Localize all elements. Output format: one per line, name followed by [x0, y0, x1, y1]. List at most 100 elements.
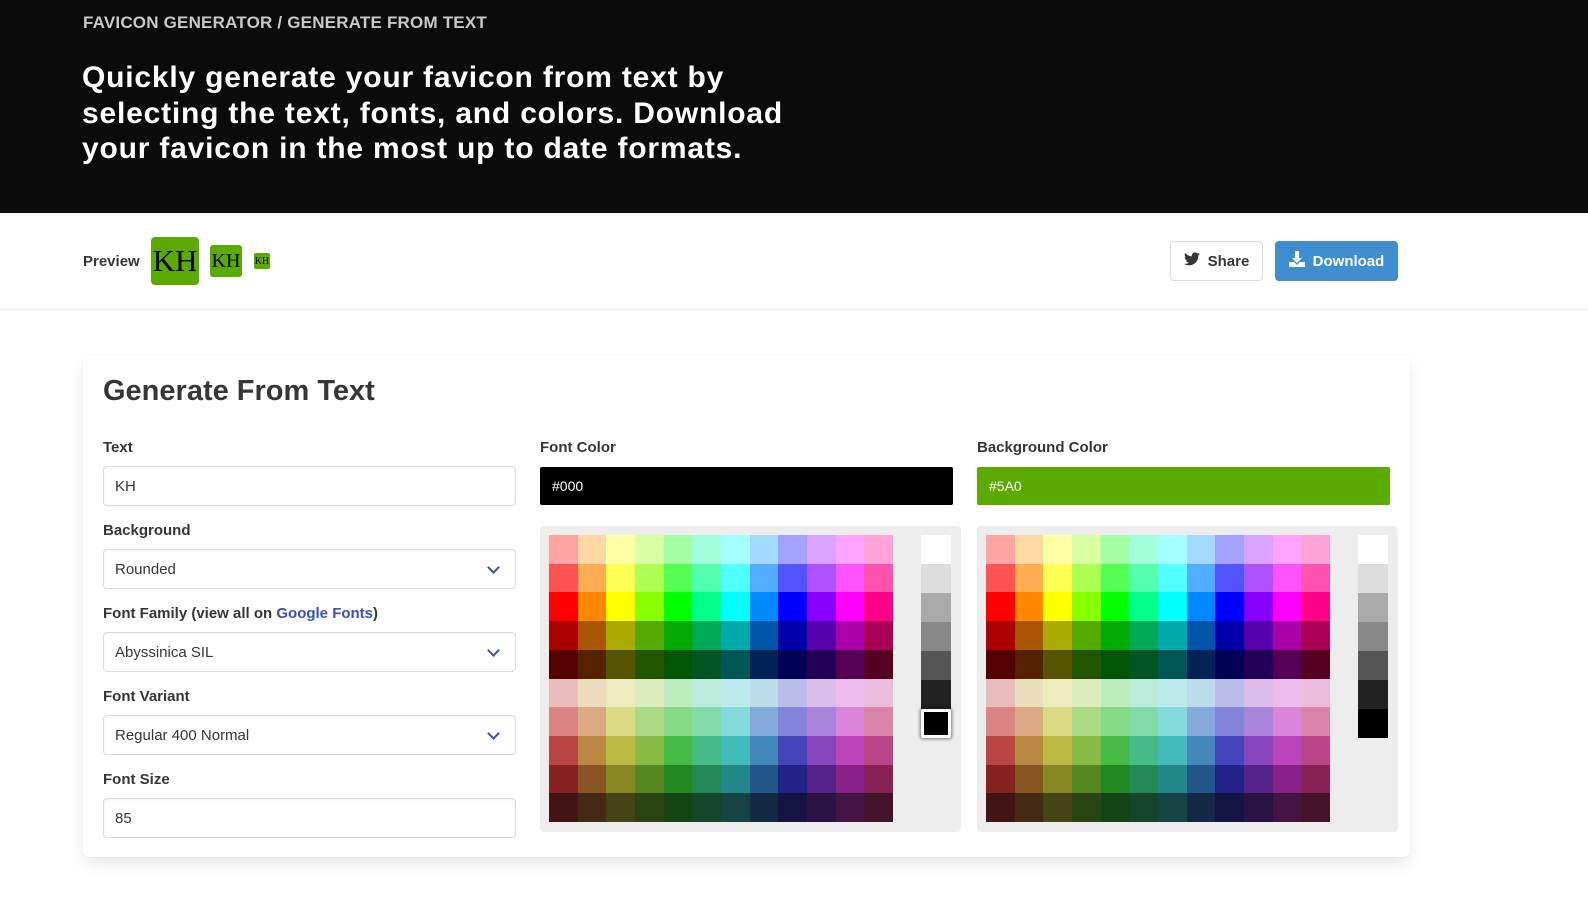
- color-swatch[interactable]: [749, 592, 779, 622]
- gray-swatch[interactable]: [921, 535, 951, 564]
- color-swatch[interactable]: [1157, 707, 1187, 736]
- color-swatch[interactable]: [663, 707, 693, 736]
- font-color-input[interactable]: #000: [540, 467, 953, 505]
- color-swatch[interactable]: [1272, 678, 1302, 708]
- color-swatch[interactable]: [1186, 592, 1216, 622]
- color-swatch[interactable]: [778, 649, 807, 679]
- color-swatch[interactable]: [1129, 592, 1158, 622]
- color-swatch[interactable]: [1186, 678, 1216, 708]
- color-swatch[interactable]: [692, 592, 721, 622]
- color-swatch[interactable]: [1186, 793, 1216, 822]
- color-swatch[interactable]: [663, 621, 693, 650]
- color-swatch[interactable]: [663, 793, 693, 822]
- gray-swatch[interactable]: [921, 622, 951, 651]
- color-swatch[interactable]: [1157, 793, 1187, 822]
- gray-swatch[interactable]: [1358, 709, 1388, 738]
- color-swatch[interactable]: [806, 764, 836, 794]
- color-swatch[interactable]: [1272, 707, 1302, 736]
- color-swatch[interactable]: [1301, 707, 1330, 736]
- color-swatch[interactable]: [1071, 793, 1101, 822]
- share-button[interactable]: Share: [1170, 241, 1263, 281]
- color-swatch[interactable]: [1071, 649, 1101, 679]
- color-swatch[interactable]: [1129, 535, 1158, 564]
- color-swatch[interactable]: [864, 707, 893, 736]
- color-swatch[interactable]: [1157, 535, 1187, 564]
- color-swatch[interactable]: [864, 793, 893, 822]
- color-swatch[interactable]: [806, 621, 836, 650]
- color-swatch[interactable]: [634, 793, 664, 822]
- color-swatch[interactable]: [986, 793, 1015, 822]
- color-swatch[interactable]: [835, 563, 865, 593]
- color-swatch[interactable]: [1100, 793, 1130, 822]
- color-swatch[interactable]: [1186, 649, 1216, 679]
- color-swatch[interactable]: [606, 621, 635, 650]
- download-button[interactable]: Download: [1275, 241, 1398, 281]
- color-swatch[interactable]: [1215, 735, 1244, 765]
- color-swatch[interactable]: [1071, 707, 1101, 736]
- color-swatch[interactable]: [1100, 678, 1130, 708]
- color-swatch[interactable]: [606, 649, 635, 679]
- color-swatch[interactable]: [806, 678, 836, 708]
- color-swatch[interactable]: [577, 764, 607, 794]
- color-swatch[interactable]: [1243, 621, 1273, 650]
- color-swatch[interactable]: [1014, 735, 1044, 765]
- color-swatch[interactable]: [1071, 535, 1101, 564]
- color-swatch[interactable]: [606, 535, 635, 564]
- color-swatch[interactable]: [778, 707, 807, 736]
- color-swatch[interactable]: [835, 678, 865, 708]
- color-swatch[interactable]: [749, 793, 779, 822]
- color-swatch[interactable]: [1186, 621, 1216, 650]
- color-swatch[interactable]: [778, 563, 807, 593]
- color-swatch[interactable]: [692, 735, 721, 765]
- color-swatch[interactable]: [692, 793, 721, 822]
- color-swatch[interactable]: [549, 735, 578, 765]
- color-swatch[interactable]: [1215, 649, 1244, 679]
- color-swatch[interactable]: [1100, 707, 1130, 736]
- gray-swatch[interactable]: [921, 680, 951, 709]
- color-swatch[interactable]: [549, 678, 578, 708]
- color-swatch[interactable]: [835, 793, 865, 822]
- gray-swatch[interactable]: [1358, 593, 1388, 622]
- color-swatch[interactable]: [663, 764, 693, 794]
- color-swatch[interactable]: [1014, 535, 1044, 564]
- color-swatch[interactable]: [606, 707, 635, 736]
- color-swatch[interactable]: [1071, 764, 1101, 794]
- color-swatch[interactable]: [1272, 563, 1302, 593]
- color-swatch[interactable]: [835, 764, 865, 794]
- color-swatch[interactable]: [806, 707, 836, 736]
- color-swatch[interactable]: [1243, 678, 1273, 708]
- color-swatch[interactable]: [986, 707, 1015, 736]
- gray-swatch[interactable]: [921, 709, 951, 738]
- color-swatch[interactable]: [606, 735, 635, 765]
- color-swatch[interactable]: [692, 563, 721, 593]
- color-swatch[interactable]: [1186, 764, 1216, 794]
- color-swatch[interactable]: [1243, 649, 1273, 679]
- color-swatch[interactable]: [692, 535, 721, 564]
- color-swatch[interactable]: [864, 764, 893, 794]
- color-swatch[interactable]: [864, 592, 893, 622]
- color-swatch[interactable]: [663, 735, 693, 765]
- color-swatch[interactable]: [663, 535, 693, 564]
- color-swatch[interactable]: [1071, 735, 1101, 765]
- font-size-input[interactable]: 85: [103, 798, 516, 838]
- color-swatch[interactable]: [692, 621, 721, 650]
- color-swatch[interactable]: [986, 678, 1015, 708]
- color-swatch[interactable]: [634, 563, 664, 593]
- color-swatch[interactable]: [1272, 621, 1302, 650]
- color-swatch[interactable]: [1301, 678, 1330, 708]
- color-swatch[interactable]: [778, 621, 807, 650]
- color-swatch[interactable]: [549, 707, 578, 736]
- color-swatch[interactable]: [1157, 678, 1187, 708]
- gray-swatch[interactable]: [1358, 535, 1388, 564]
- color-swatch[interactable]: [634, 621, 664, 650]
- color-swatch[interactable]: [1043, 535, 1072, 564]
- color-swatch[interactable]: [1071, 621, 1101, 650]
- color-swatch[interactable]: [634, 764, 664, 794]
- color-swatch[interactable]: [549, 535, 578, 564]
- color-swatch[interactable]: [749, 707, 779, 736]
- color-swatch[interactable]: [720, 735, 750, 765]
- color-swatch[interactable]: [1301, 563, 1330, 593]
- color-swatch[interactable]: [1186, 707, 1216, 736]
- color-swatch[interactable]: [1215, 764, 1244, 794]
- text-input[interactable]: KH: [103, 466, 516, 506]
